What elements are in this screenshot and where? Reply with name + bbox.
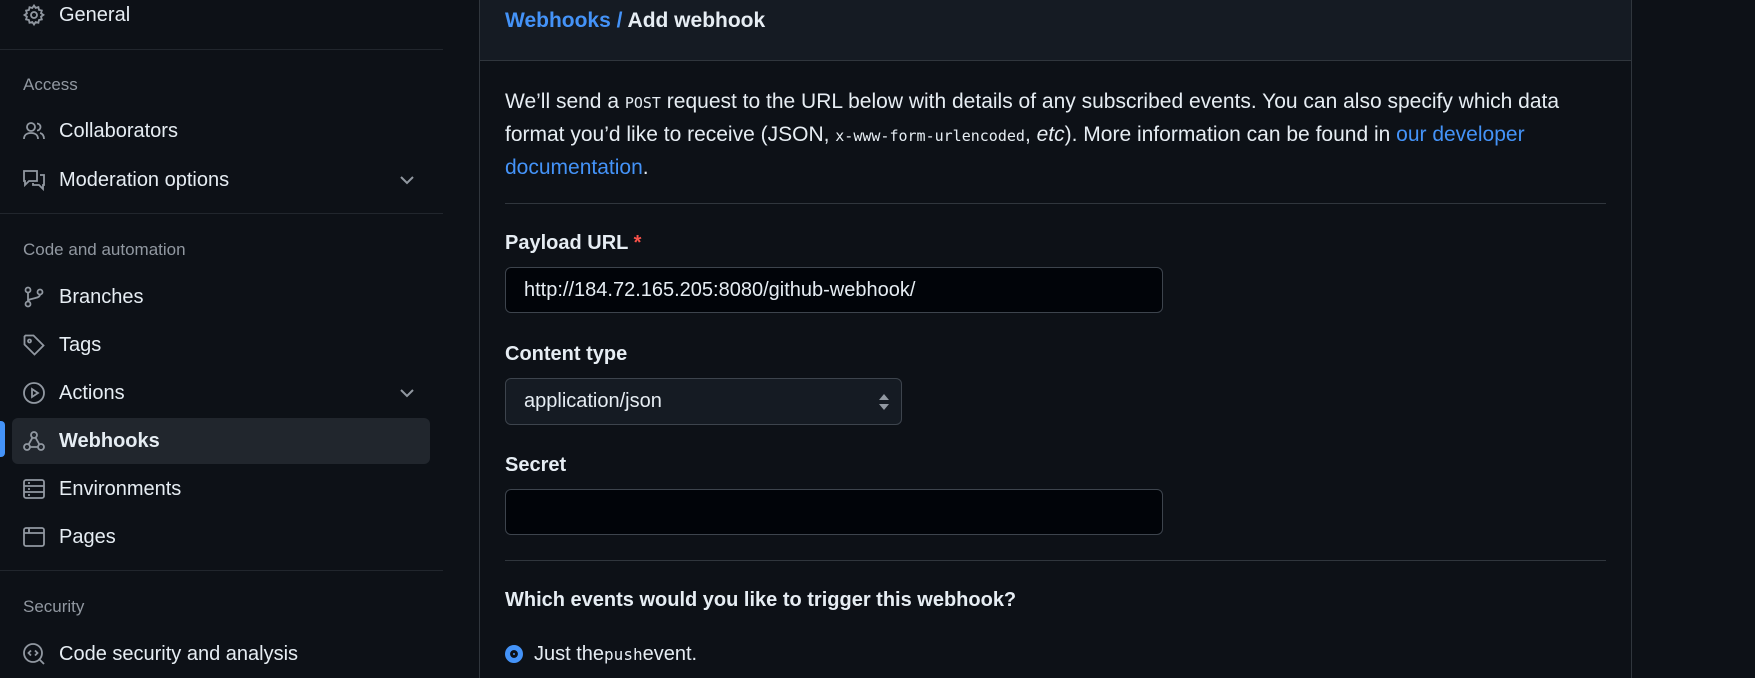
sidebar-item-label: Webhooks	[59, 430, 160, 452]
breadcrumb: Webhooks / Add webhook	[505, 9, 765, 33]
comment-discussion-icon	[23, 170, 45, 192]
chevron-down-icon[interactable]	[395, 381, 419, 405]
post-code: POST	[624, 94, 661, 112]
select-arrows-icon	[879, 394, 889, 410]
required-marker: *	[633, 232, 642, 254]
codescan-icon	[23, 643, 45, 665]
sidebar-item-label: Environments	[59, 478, 182, 500]
radio-selected-indicator[interactable]	[505, 645, 523, 663]
sidebar-item-branches[interactable]: Branches	[12, 274, 430, 320]
divider	[0, 213, 443, 214]
section-title-access: Access	[23, 75, 78, 94]
settings-sidebar: General Access Collaborators Moderation …	[0, 0, 443, 678]
description-text: We’ll send a	[505, 90, 625, 113]
sidebar-item-tags[interactable]: Tags	[12, 322, 430, 368]
sidebar-item-pages[interactable]: Pages	[12, 514, 430, 560]
sidebar-item-moderation[interactable]: Moderation options	[12, 157, 430, 203]
panel-header: Webhooks / Add webhook	[480, 0, 1631, 61]
section-title-code-automation: Code and automation	[23, 240, 186, 259]
sidebar-item-actions[interactable]: Actions	[12, 370, 430, 416]
secret-label: Secret	[505, 454, 567, 476]
section-title-security: Security	[23, 597, 85, 616]
content-type-label: Content type	[505, 343, 628, 365]
divider	[505, 203, 1606, 204]
breadcrumb-separator: /	[610, 9, 628, 32]
sidebar-item-label: Collaborators	[59, 120, 178, 142]
sidebar-item-label: Tags	[59, 334, 102, 356]
content-type-select[interactable]: application/json	[505, 378, 902, 425]
description-text: .	[642, 156, 649, 179]
secret-input[interactable]	[505, 489, 1163, 535]
breadcrumb-webhooks-link[interactable]: Webhooks	[505, 9, 611, 32]
payload-url-label: Payload URL *	[505, 231, 641, 255]
sidebar-item-webhooks[interactable]: Webhooks	[12, 418, 430, 464]
divider	[505, 560, 1606, 561]
payload-url-input[interactable]: http://184.72.165.205:8080/github-webhoo…	[505, 267, 1163, 313]
radio-push-event[interactable]: Just the push event.	[505, 641, 697, 667]
description-text: ,	[1024, 123, 1037, 146]
play-circle-icon	[23, 382, 45, 404]
git-branch-icon	[24, 286, 44, 308]
page-title: Add webhook	[627, 9, 766, 32]
sidebar-item-code-security[interactable]: Code security and analysis	[12, 631, 430, 677]
radio-label-text: Just the	[534, 642, 605, 665]
sidebar-item-label: Actions	[59, 382, 125, 404]
description-text: ). More information can be found in	[1064, 123, 1397, 146]
radio-label-text: event.	[642, 642, 698, 665]
webhook-form-panel: Webhooks / Add webhook We’ll send a POST…	[479, 0, 1632, 678]
people-icon	[23, 122, 45, 140]
divider	[0, 570, 443, 571]
events-question: Which events would you like to trigger t…	[505, 589, 1017, 611]
sidebar-item-collaborators[interactable]: Collaborators	[12, 108, 430, 154]
chevron-down-icon[interactable]	[395, 168, 419, 192]
divider	[0, 49, 443, 50]
browser-icon	[23, 527, 45, 547]
urlencoded-code: x-www-form-urlencoded	[835, 127, 1025, 145]
sidebar-item-label: Moderation options	[59, 169, 230, 191]
sidebar-item-label: Pages	[59, 526, 116, 548]
webhook-icon	[23, 431, 45, 451]
active-indicator	[0, 421, 5, 457]
sidebar-item-label: General	[59, 4, 131, 26]
sidebar-item-label: Code security and analysis	[59, 643, 299, 665]
push-code: push	[604, 644, 643, 664]
webhook-description: We’ll send a POST request to the URL bel…	[505, 86, 1595, 184]
server-icon	[23, 479, 45, 499]
content-type-value: application/json	[524, 390, 662, 412]
sidebar-item-label: Branches	[59, 286, 144, 308]
tag-icon	[23, 334, 45, 356]
sidebar-item-general[interactable]: General	[12, 0, 430, 38]
gear-icon	[22, 3, 45, 27]
etc-text: etc	[1036, 123, 1065, 146]
payload-url-label-text: Payload URL	[505, 232, 628, 254]
sidebar-item-environments[interactable]: Environments	[12, 466, 430, 512]
